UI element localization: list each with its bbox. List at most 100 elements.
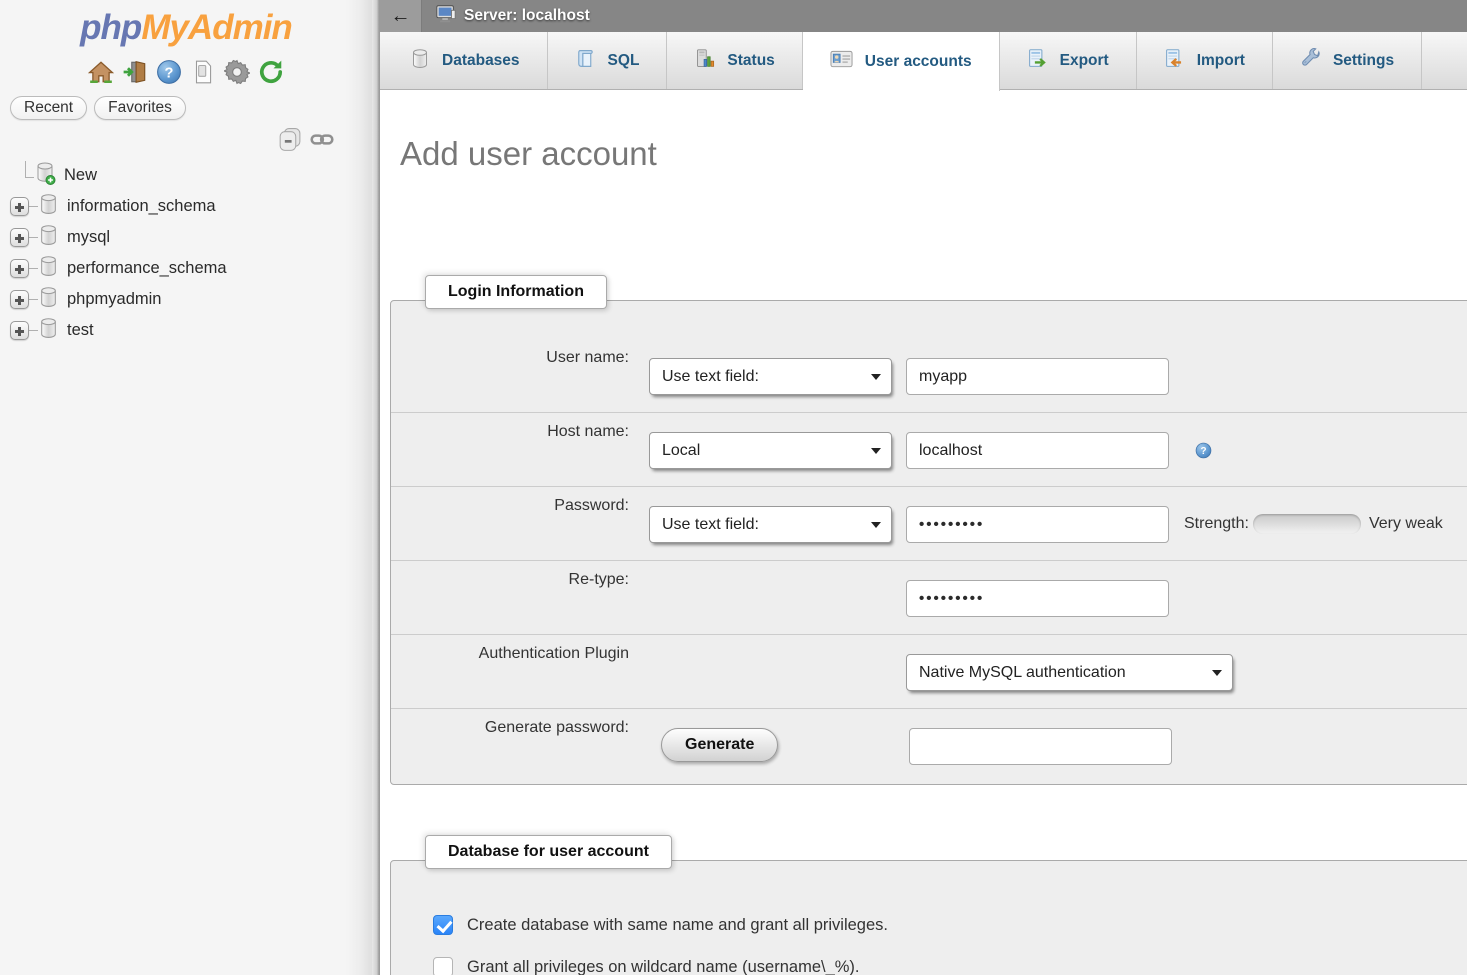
dropdown-arrow-icon	[871, 522, 881, 528]
login-information-fieldset: Login Information User name: Use text fi…	[390, 300, 1467, 785]
plus-expander-icon[interactable]	[10, 290, 29, 309]
tree-item-database[interactable]: performance_schema	[0, 253, 372, 284]
auth-plugin-select[interactable]: Native MySQL authentication	[906, 654, 1233, 691]
generate-button[interactable]: Generate	[661, 728, 778, 762]
tree-item-label[interactable]: performance_schema	[67, 259, 227, 278]
password-type-select[interactable]: Use text field:	[649, 506, 892, 543]
sidebar: phpMyAdmin ? Recent Favorites New	[0, 0, 372, 975]
tree-item-label[interactable]: information_schema	[67, 197, 216, 216]
export-tab-icon	[1027, 48, 1048, 74]
page-content: Add user account Login Information User …	[380, 135, 1467, 975]
create-database-checkbox[interactable]	[433, 915, 453, 935]
tab-import[interactable]: Import	[1137, 32, 1273, 89]
tab-user-accounts[interactable]: User accounts	[803, 32, 1000, 91]
tab-settings[interactable]: Settings	[1273, 32, 1422, 89]
grant-wildcard-checkbox[interactable]	[433, 957, 453, 975]
tab-label: Status	[727, 52, 774, 70]
user-accounts-tab-icon	[830, 49, 853, 74]
tab-bar: Databases SQL Status User accounts Expor…	[380, 32, 1467, 90]
dropdown-arrow-icon	[1212, 670, 1222, 676]
database-for-user-fieldset: Database for user account Create databas…	[390, 860, 1467, 975]
question-help-icon[interactable]: ?	[1195, 442, 1212, 464]
panel-divider[interactable]	[372, 0, 380, 975]
login-information-legend: Login Information	[425, 275, 607, 309]
plus-expander-icon[interactable]	[10, 259, 29, 278]
database-icon	[38, 286, 59, 313]
sidebar-quick-tabs: Recent Favorites	[10, 96, 372, 120]
sql-tab-icon	[575, 48, 596, 74]
hostname-label: Host name:	[391, 420, 629, 441]
select-value: Local	[662, 442, 700, 460]
create-database-checkbox-label[interactable]: Create database with same name and grant…	[467, 916, 888, 935]
favorites-button[interactable]: Favorites	[94, 96, 186, 120]
main-panel: ← Server: localhost Databases SQL Status	[380, 0, 1467, 975]
svg-text:?: ?	[165, 65, 174, 81]
tree-branch-line	[29, 268, 38, 269]
strength-text: Very weak	[1369, 515, 1443, 533]
unlink-panel-icon[interactable]	[310, 132, 334, 152]
tab-label: User accounts	[865, 53, 972, 71]
generated-password-input[interactable]	[909, 728, 1172, 765]
tree-controls	[0, 128, 372, 156]
tree-item-database[interactable]: information_schema	[0, 191, 372, 222]
logo-myadmin-text: MyAdmin	[141, 8, 292, 47]
tree-item-label[interactable]: mysql	[67, 228, 110, 247]
home-icon[interactable]	[88, 59, 114, 85]
tree-item-label[interactable]: phpmyadmin	[67, 290, 161, 309]
server-title-text: Server: localhost	[464, 7, 590, 25]
tab-label: Import	[1197, 52, 1245, 70]
generate-password-label: Generate password:	[391, 716, 629, 737]
username-type-select[interactable]: Use text field:	[649, 358, 892, 395]
tab-databases[interactable]: Databases	[383, 32, 548, 89]
server-topbar: ← Server: localhost	[380, 0, 1467, 32]
database-icon	[38, 224, 59, 251]
hostname-input[interactable]: localhost	[906, 432, 1169, 469]
retype-password-input[interactable]: •••••••••	[906, 580, 1169, 617]
status-tab-icon	[694, 48, 715, 74]
tab-label: SQL	[608, 52, 640, 70]
svg-text:?: ?	[1200, 446, 1206, 457]
tree-item-database[interactable]: test	[0, 315, 372, 346]
logout-icon[interactable]	[122, 59, 148, 85]
settings-tab-icon	[1300, 48, 1321, 74]
tree-item-label[interactable]: test	[67, 321, 94, 340]
auth-plugin-label: Authentication Plugin	[391, 642, 629, 663]
docs-icon[interactable]	[190, 59, 216, 85]
password-label: Password:	[391, 494, 629, 515]
page-title: Add user account	[400, 135, 1467, 173]
tree-item-database[interactable]: mysql	[0, 222, 372, 253]
password-input[interactable]: •••••••••	[906, 506, 1169, 543]
server-icon	[435, 3, 457, 30]
tree-item-new[interactable]: New	[0, 160, 372, 191]
select-value: Use text field:	[662, 516, 759, 534]
database-icon	[38, 317, 59, 344]
username-input[interactable]: myapp	[906, 358, 1169, 395]
tab-status[interactable]: Status	[667, 32, 802, 89]
plus-expander-icon[interactable]	[10, 228, 29, 247]
hostname-type-select[interactable]: Local	[649, 432, 892, 469]
tree-branch-line	[29, 330, 38, 331]
refresh-icon[interactable]	[258, 59, 284, 85]
password-row: Password: Use text field: ••••••••• Stre…	[391, 487, 1467, 561]
tree-branch-line	[29, 237, 38, 238]
help-icon[interactable]: ?	[156, 59, 182, 85]
phpmyadmin-app: phpMyAdmin ? Recent Favorites New	[0, 0, 1467, 975]
new-database-icon	[34, 161, 56, 190]
recent-button[interactable]: Recent	[10, 96, 87, 120]
retype-row: Re-type: •••••••••	[391, 561, 1467, 635]
tab-label: Settings	[1333, 52, 1394, 70]
select-value: Native MySQL authentication	[919, 664, 1126, 682]
grant-wildcard-checkbox-label[interactable]: Grant all privileges on wildcard name (u…	[467, 958, 860, 975]
username-label: User name:	[391, 346, 629, 367]
tab-sql[interactable]: SQL	[548, 32, 668, 89]
plus-expander-icon[interactable]	[10, 197, 29, 216]
gear-icon[interactable]	[224, 59, 250, 85]
back-arrow-button[interactable]: ←	[380, 0, 422, 32]
retype-label: Re-type:	[391, 568, 629, 589]
collapse-all-icon[interactable]	[276, 127, 303, 158]
tree-item-database[interactable]: phpmyadmin	[0, 284, 372, 315]
logo-php-text: php	[80, 8, 141, 47]
plus-expander-icon[interactable]	[10, 321, 29, 340]
tree-item-label[interactable]: New	[64, 166, 97, 185]
tab-export[interactable]: Export	[1000, 32, 1137, 89]
